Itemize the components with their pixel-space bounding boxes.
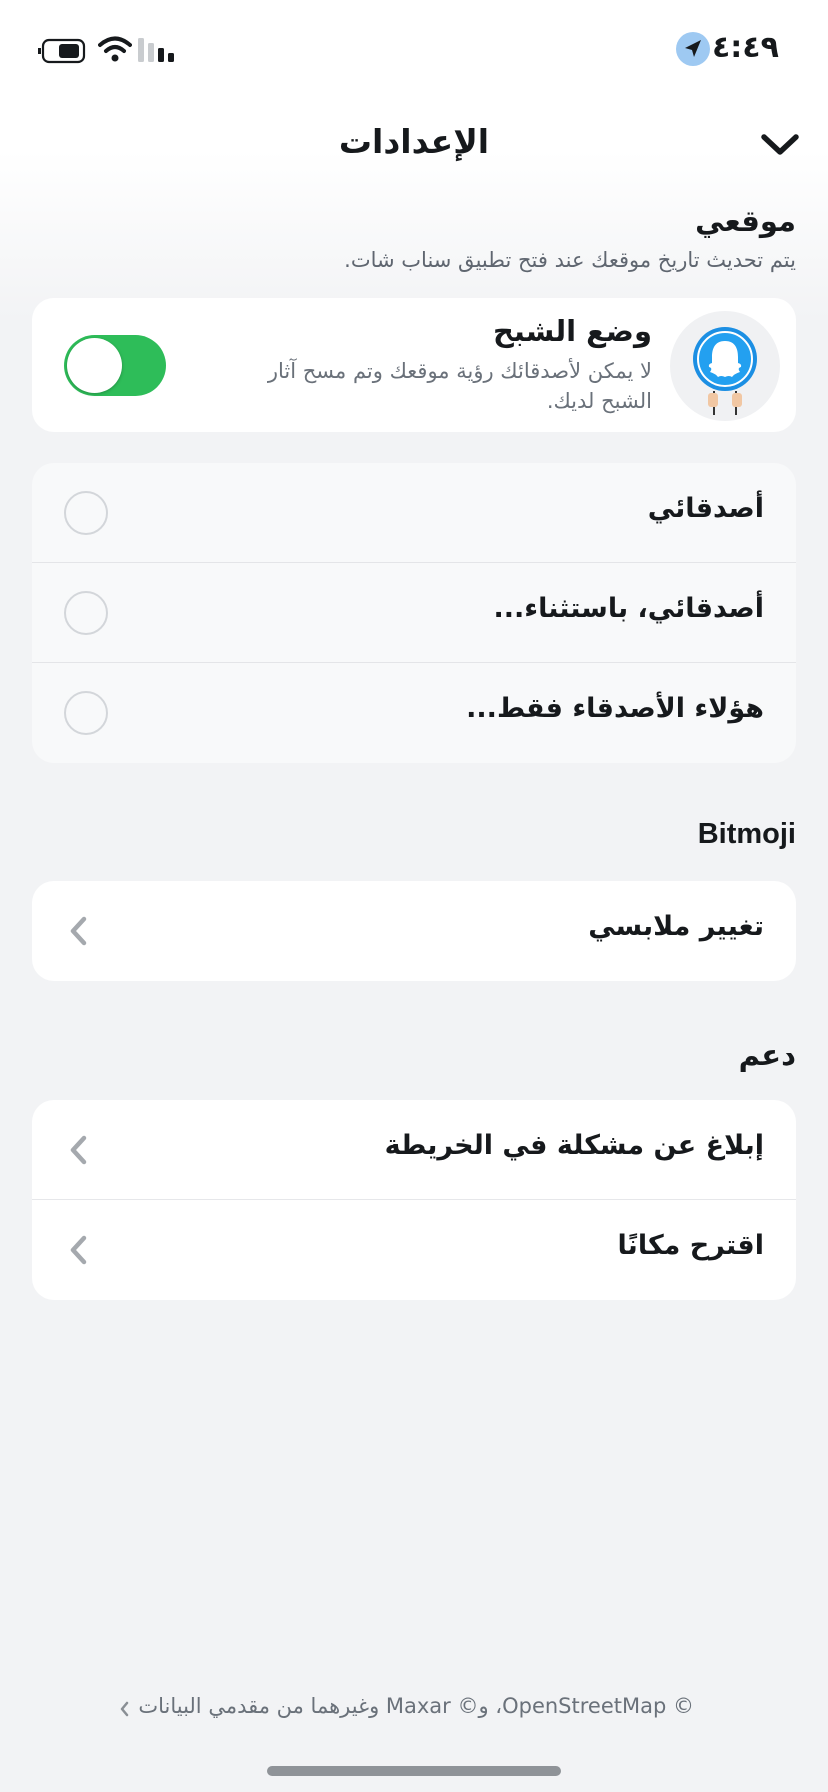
chevron-down-icon[interactable] [758, 128, 802, 162]
status-bar: ٤:٤٩ [0, 0, 828, 100]
settings-screen: ٤:٤٩ الإعدادات موقعي يتم تحديث تاريخ موق… [0, 0, 828, 1792]
option-label: أصدقائي [647, 493, 764, 524]
ghost-mode-card: وضع الشبح لا يمكن لأصدقائك رؤية موقعك وت… [32, 298, 796, 432]
option-label: هؤلاء الأصدقاء فقط... [466, 693, 764, 724]
battery-icon [38, 38, 86, 64]
item-label: اقترح مكانًا [617, 1230, 764, 1261]
radio-button[interactable] [64, 691, 108, 735]
radio-button[interactable] [64, 491, 108, 535]
option-label: أصدقائي، باستثناء... [493, 593, 764, 624]
option-my-friends-except[interactable]: أصدقائي، باستثناء... [32, 563, 796, 663]
ghost-mode-toggle[interactable] [64, 335, 166, 396]
wifi-icon [98, 36, 132, 62]
chevron-left-icon [70, 1135, 87, 1165]
radio-button[interactable] [64, 591, 108, 635]
section-title-my-location: موقعي [695, 204, 796, 238]
chevron-left-icon [120, 1701, 129, 1717]
support-card: إبلاغ عن مشكلة في الخريطة اقترح مكانًا [32, 1100, 796, 1300]
cellular-signal-icon [138, 38, 174, 62]
page-title: الإعدادات [338, 122, 490, 161]
ghost-mode-description: لا يمكن لأصدقائك رؤية موقعك وتم مسح آثار… [267, 359, 652, 413]
section-subtitle-my-location: يتم تحديث تاريخ موقعك عند فتح تطبيق سناب… [344, 248, 796, 272]
ghost-mode-title: وضع الشبح [492, 314, 652, 348]
ghost-bitmoji-avatar [670, 311, 780, 421]
change-outfit-item[interactable]: تغيير ملابسي [32, 881, 796, 981]
item-label: تغيير ملابسي [588, 911, 764, 942]
item-label: إبلاغ عن مشكلة في الخريطة [384, 1130, 764, 1161]
attribution-text: © OpenStreetMap، و© Maxar وغيرهما من مقد… [138, 1694, 694, 1718]
option-my-friends[interactable]: أصدقائي [32, 463, 796, 563]
report-map-issue-item[interactable]: إبلاغ عن مشكلة في الخريطة [32, 1100, 796, 1200]
toggle-knob [67, 338, 122, 393]
suggest-place-item[interactable]: اقترح مكانًا [32, 1200, 796, 1300]
option-only-these-friends[interactable]: هؤلاء الأصدقاء فقط... [32, 663, 796, 763]
home-indicator[interactable] [267, 1766, 561, 1776]
chevron-left-icon [70, 916, 87, 946]
status-time: ٤:٤٩ [712, 30, 779, 65]
map-attribution[interactable]: © OpenStreetMap، و© Maxar وغيرهما من مقد… [0, 1694, 828, 1724]
section-title-bitmoji: Bitmoji [697, 818, 796, 850]
location-services-icon [676, 32, 710, 66]
location-sharing-options: أصدقائي أصدقائي، باستثناء... هؤلاء الأصد… [32, 463, 796, 763]
chevron-left-icon [70, 1235, 87, 1265]
section-title-support: دعم [738, 1038, 796, 1072]
bitmoji-card: تغيير ملابسي [32, 881, 796, 981]
